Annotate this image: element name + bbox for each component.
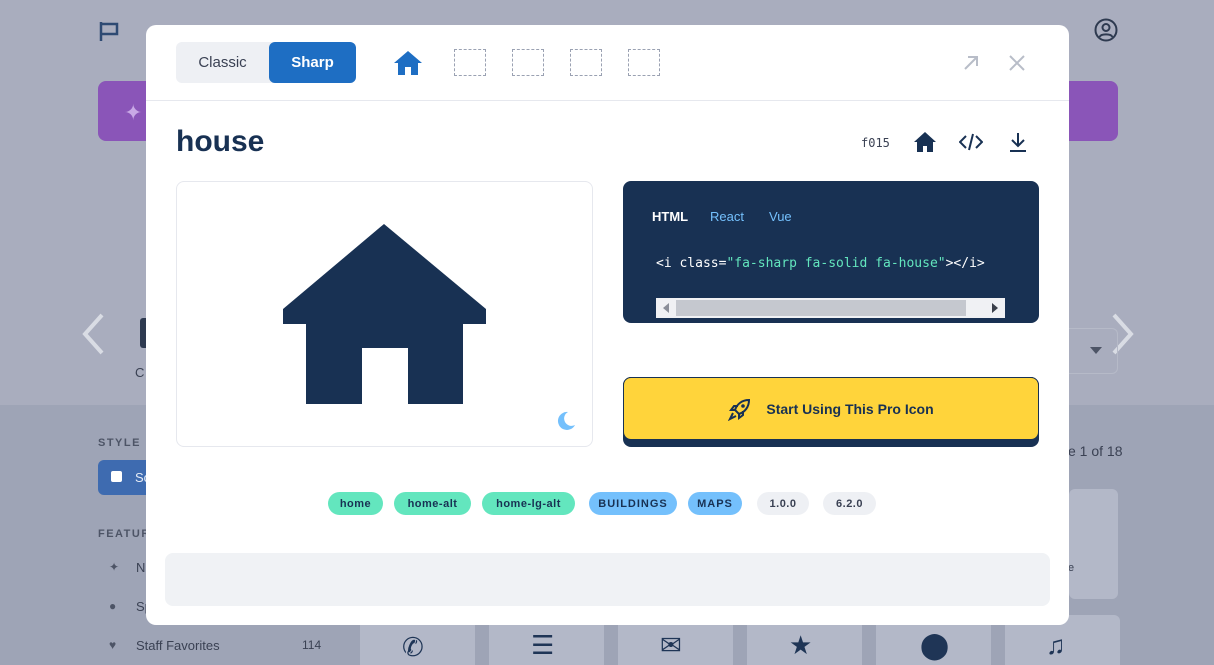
scroll-right-icon[interactable] (992, 303, 998, 313)
code-suffix: ></i> (945, 256, 985, 271)
partial-label: C (135, 365, 145, 380)
close-icon[interactable] (1006, 52, 1028, 74)
modal-footer-panel (165, 553, 1050, 606)
tag-alias[interactable]: home-alt (394, 492, 471, 515)
code-icon[interactable] (959, 131, 983, 153)
moon-icon[interactable] (555, 410, 577, 432)
tag-category[interactable]: BUILDINGS (589, 492, 677, 515)
style-slot-empty[interactable] (454, 49, 486, 76)
bars-icon: ☰ (531, 630, 555, 660)
staff-favorites-filter[interactable]: Staff Favorites (136, 638, 220, 653)
scrollbar-thumb[interactable] (676, 300, 966, 316)
style-slot-empty[interactable] (628, 49, 660, 76)
download-icon[interactable] (1006, 131, 1030, 153)
sparkle-icon: ✦ (109, 560, 120, 574)
start-using-label: Start Using This Pro Icon (766, 400, 934, 417)
chevron-down-icon (1090, 347, 1102, 354)
music-icon: ♫ (1046, 630, 1066, 660)
icon-preview (176, 181, 593, 447)
start-using-button-face: Start Using This Pro Icon (623, 377, 1039, 440)
sharp-toggle-button[interactable]: Sharp (269, 42, 356, 83)
style-slot-empty[interactable] (512, 49, 544, 76)
style-slot-empty[interactable] (570, 49, 602, 76)
feature-new-label[interactable]: N (136, 560, 145, 575)
glyph-copy-icon[interactable] (913, 131, 937, 153)
style-heading: STYLE (98, 437, 141, 449)
tag-category[interactable]: MAPS (688, 492, 742, 515)
features-heading: FEATUR (98, 528, 151, 540)
rocket-icon (728, 398, 751, 421)
code-snippet[interactable]: <i class="fa-sharp fa-solid fa-house"></… (656, 256, 985, 271)
family-toggle: Classic Sharp (176, 42, 356, 83)
prev-arrow-icon[interactable] (80, 312, 106, 356)
horizontal-scrollbar[interactable] (656, 298, 1005, 318)
expand-arrow-icon[interactable] (960, 52, 982, 74)
location-pin-icon: ⬤ (920, 630, 950, 660)
unicode-value[interactable]: f015 (861, 136, 890, 150)
tag-list: home home-alt home-lg-alt BUILDINGS MAPS… (146, 492, 1069, 516)
tab-html[interactable]: HTML (652, 209, 688, 224)
house-icon[interactable] (392, 50, 424, 76)
house-icon (283, 224, 486, 404)
code-class-string: "fa-sharp fa-solid fa-house" (726, 256, 946, 271)
classic-toggle-button[interactable]: Classic (176, 42, 269, 83)
tab-vue[interactable]: Vue (769, 209, 792, 224)
sparkle-icon: ✦ (124, 100, 143, 125)
scroll-left-icon[interactable] (663, 303, 669, 313)
tag-version: 6.2.0 (823, 492, 876, 515)
icon-name-title: house (176, 125, 265, 158)
logo-flag-icon[interactable] (98, 20, 120, 42)
phone-icon: ✆ (402, 632, 424, 662)
user-account-icon[interactable] (1094, 18, 1118, 42)
icon-detail-modal: Classic Sharp house f015 HTML React Vue … (146, 25, 1069, 625)
code-snippet-panel: HTML React Vue <i class="fa-sharp fa-sol… (623, 181, 1039, 323)
pagination-text: e 1 of 18 (1068, 443, 1123, 459)
tag-alias[interactable]: home-lg-alt (482, 492, 575, 515)
checkbox-icon (111, 471, 122, 482)
tag-version: 1.0.0 (757, 492, 809, 515)
heart-icon: ♥ (109, 638, 117, 652)
envelope-icon: ✉ (660, 630, 682, 660)
icon-card[interactable] (1069, 489, 1118, 599)
start-using-button[interactable]: Start Using This Pro Icon (623, 377, 1039, 447)
dollar-icon: ● (109, 599, 117, 613)
tab-react[interactable]: React (710, 209, 744, 224)
tag-alias[interactable]: home (328, 492, 383, 515)
code-prefix: <i class= (656, 256, 727, 271)
star-icon: ★ (789, 630, 813, 660)
staff-favorites-count: 114 (302, 638, 322, 652)
modal-header: Classic Sharp (146, 25, 1069, 101)
